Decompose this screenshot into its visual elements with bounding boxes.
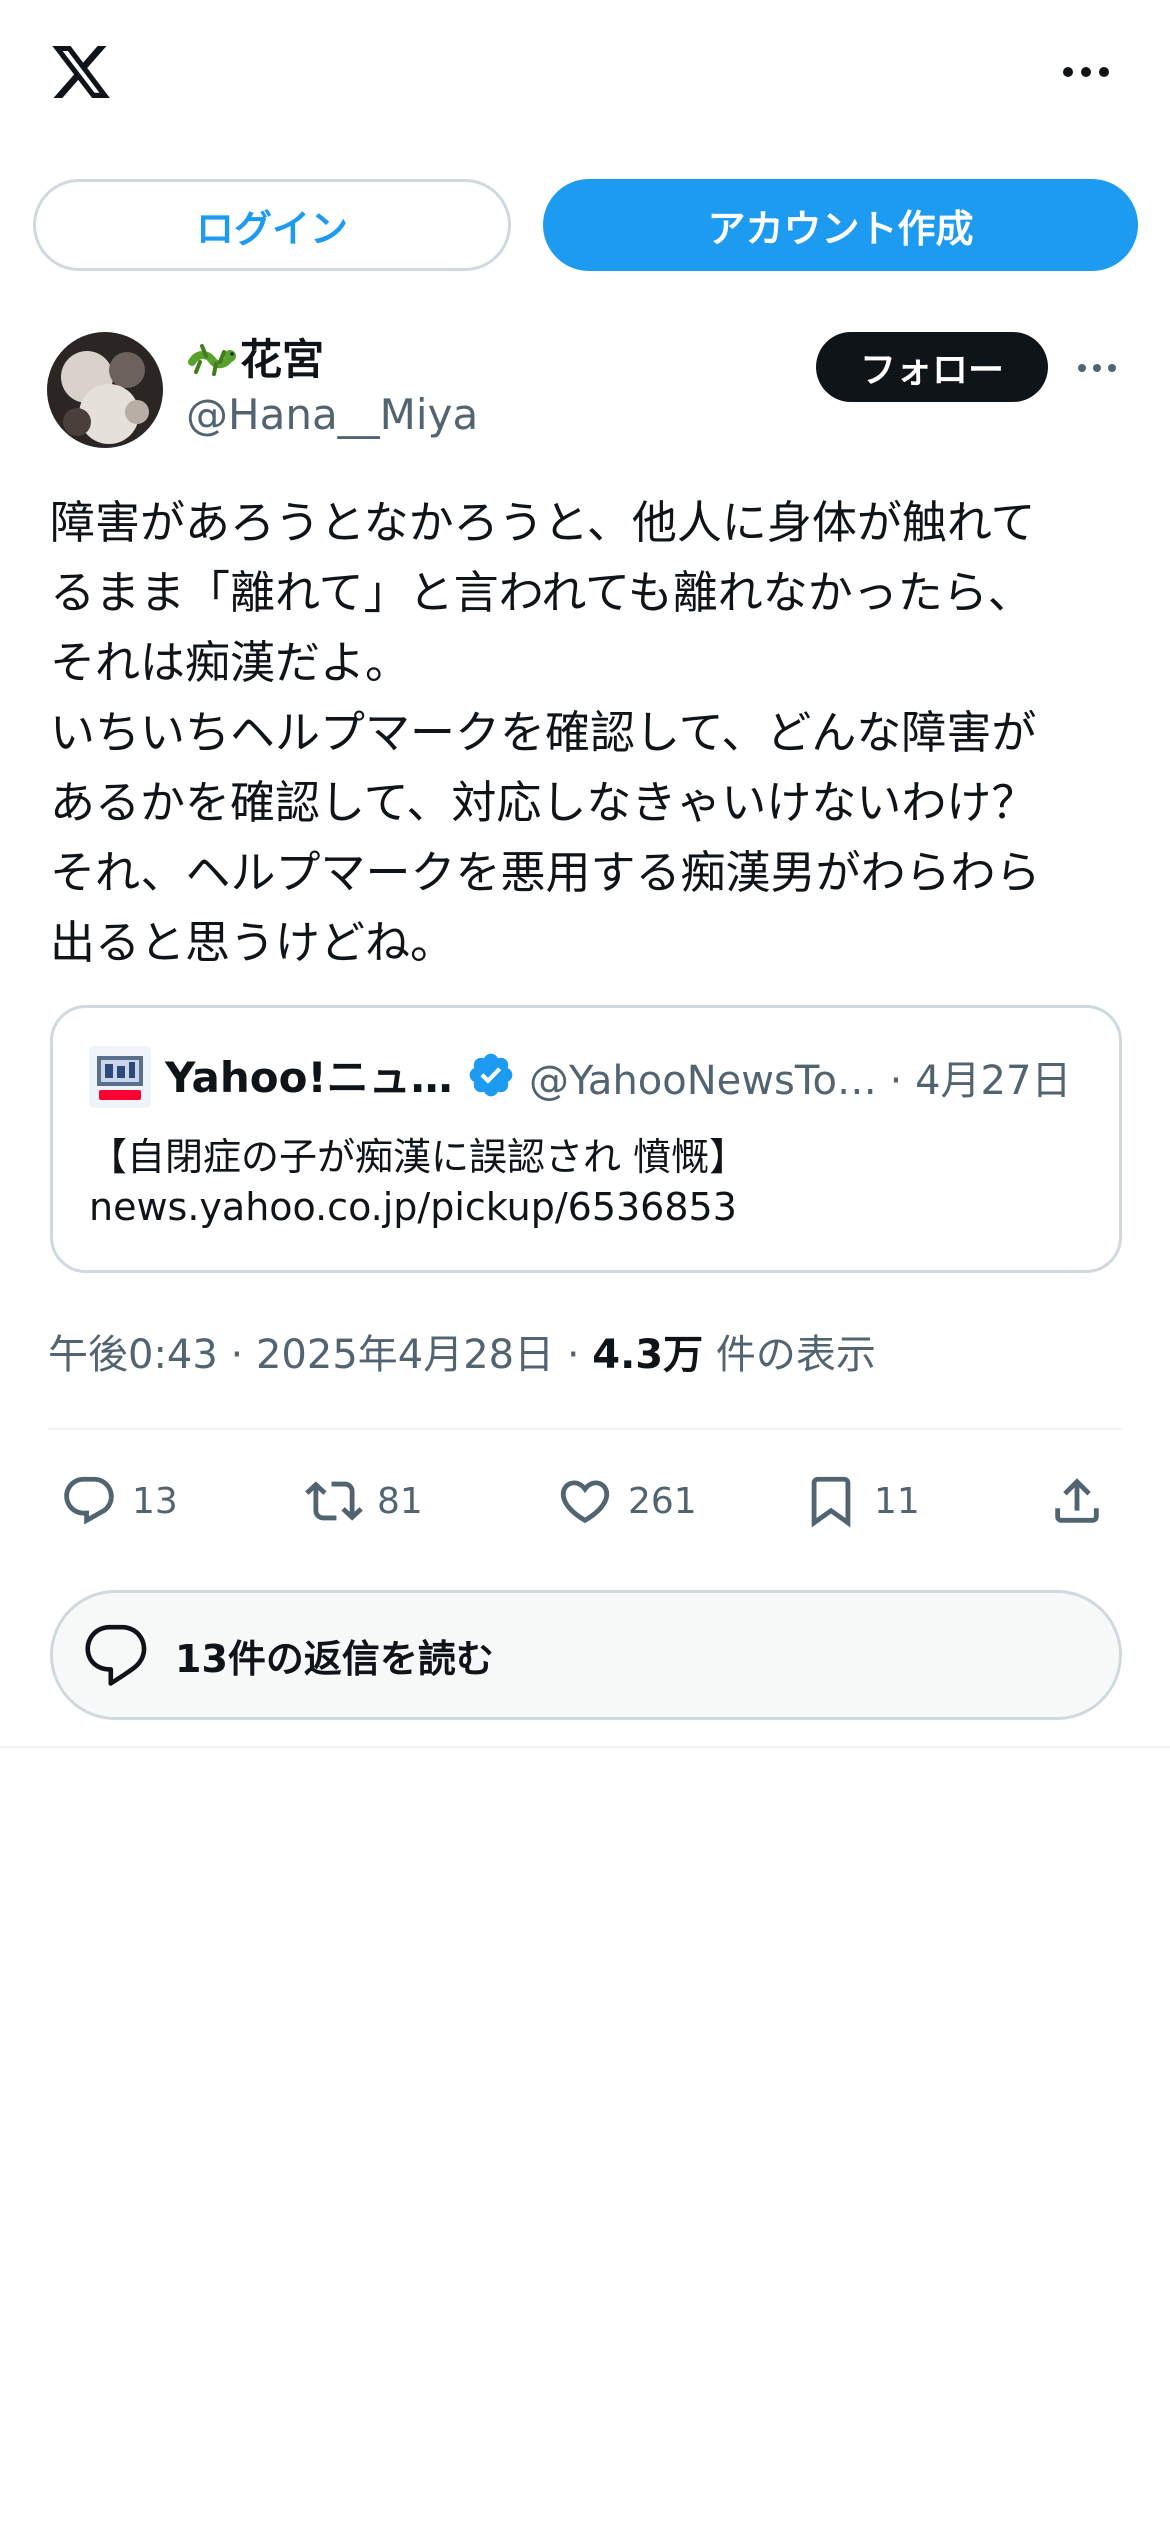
quoted-avatar (89, 1046, 151, 1108)
post-meta: 午後0:43 · 2025年4月28日 · 4.3万 件の表示 (48, 1322, 876, 1380)
more-horizontal-icon[interactable] (1060, 60, 1112, 84)
reply-button[interactable]: 13 (60, 1466, 178, 1536)
post-more-icon[interactable] (1076, 358, 1118, 378)
reply-count: 13 (132, 1480, 178, 1522)
avatar-image (47, 332, 163, 448)
quoted-post-card[interactable]: Yahoo!ニュ… @YahooNewsTo… · 4月27日 【自閉症の子が痴… (50, 1005, 1122, 1273)
comments-icon (85, 1624, 147, 1686)
like-button[interactable]: 261 (556, 1466, 697, 1536)
share-button[interactable] (1048, 1466, 1120, 1536)
verified-badge-icon (469, 1053, 513, 1097)
view-count: 4.3万 (592, 1332, 704, 1378)
repost-icon (305, 1481, 363, 1521)
like-count: 261 (628, 1480, 697, 1522)
heart-icon (560, 1480, 610, 1524)
quoted-handle-date: @YahooNewsTo… · 4月27日 (529, 1058, 1072, 1104)
login-button[interactable]: ログイン (33, 179, 511, 271)
repost-button[interactable]: 81 (305, 1466, 423, 1536)
quoted-author-name: Yahoo!ニュ… (165, 1053, 453, 1102)
author-name-text: 花宮 (240, 335, 325, 384)
bottom-divider (0, 1746, 1170, 1748)
quoted-link[interactable]: news.yahoo.co.jp/pickup/6536853 (89, 1185, 737, 1229)
author-name[interactable]: 花宮 (186, 326, 324, 387)
bookmark-button[interactable]: 11 (802, 1466, 920, 1536)
lizard-emoji-icon (188, 343, 236, 376)
follow-button[interactable]: フォロー (816, 332, 1048, 402)
view-count-suffix: 件の表示 (703, 1332, 876, 1378)
quoted-title: 【自閉症の子が痴漢に誤認され 憤慨】 (89, 1135, 748, 1179)
bookmark-count: 11 (874, 1480, 920, 1522)
read-replies-label: 13件の返信を読む (175, 1636, 494, 1681)
post-timestamp[interactable]: 午後0:43 · 2025年4月28日 · (48, 1332, 592, 1378)
x-logo-icon[interactable] (46, 40, 116, 104)
create-account-button[interactable]: アカウント作成 (543, 179, 1138, 271)
share-icon (1055, 1478, 1099, 1523)
bookmark-icon (811, 1476, 851, 1528)
avatar[interactable] (47, 332, 163, 448)
repost-count: 81 (377, 1480, 423, 1522)
divider (48, 1428, 1122, 1430)
post-text: 障害があろうとなかろうと、他人に身体が触れて るまま「離れて」と言われても離れな… (50, 496, 1041, 969)
top-bar (0, 0, 1170, 150)
yahoo-news-icon (97, 1056, 143, 1100)
read-replies-button[interactable]: 13件の返信を読む (50, 1590, 1122, 1720)
author-handle[interactable]: @Hana__Miya (186, 390, 478, 439)
reply-icon (64, 1476, 114, 1525)
